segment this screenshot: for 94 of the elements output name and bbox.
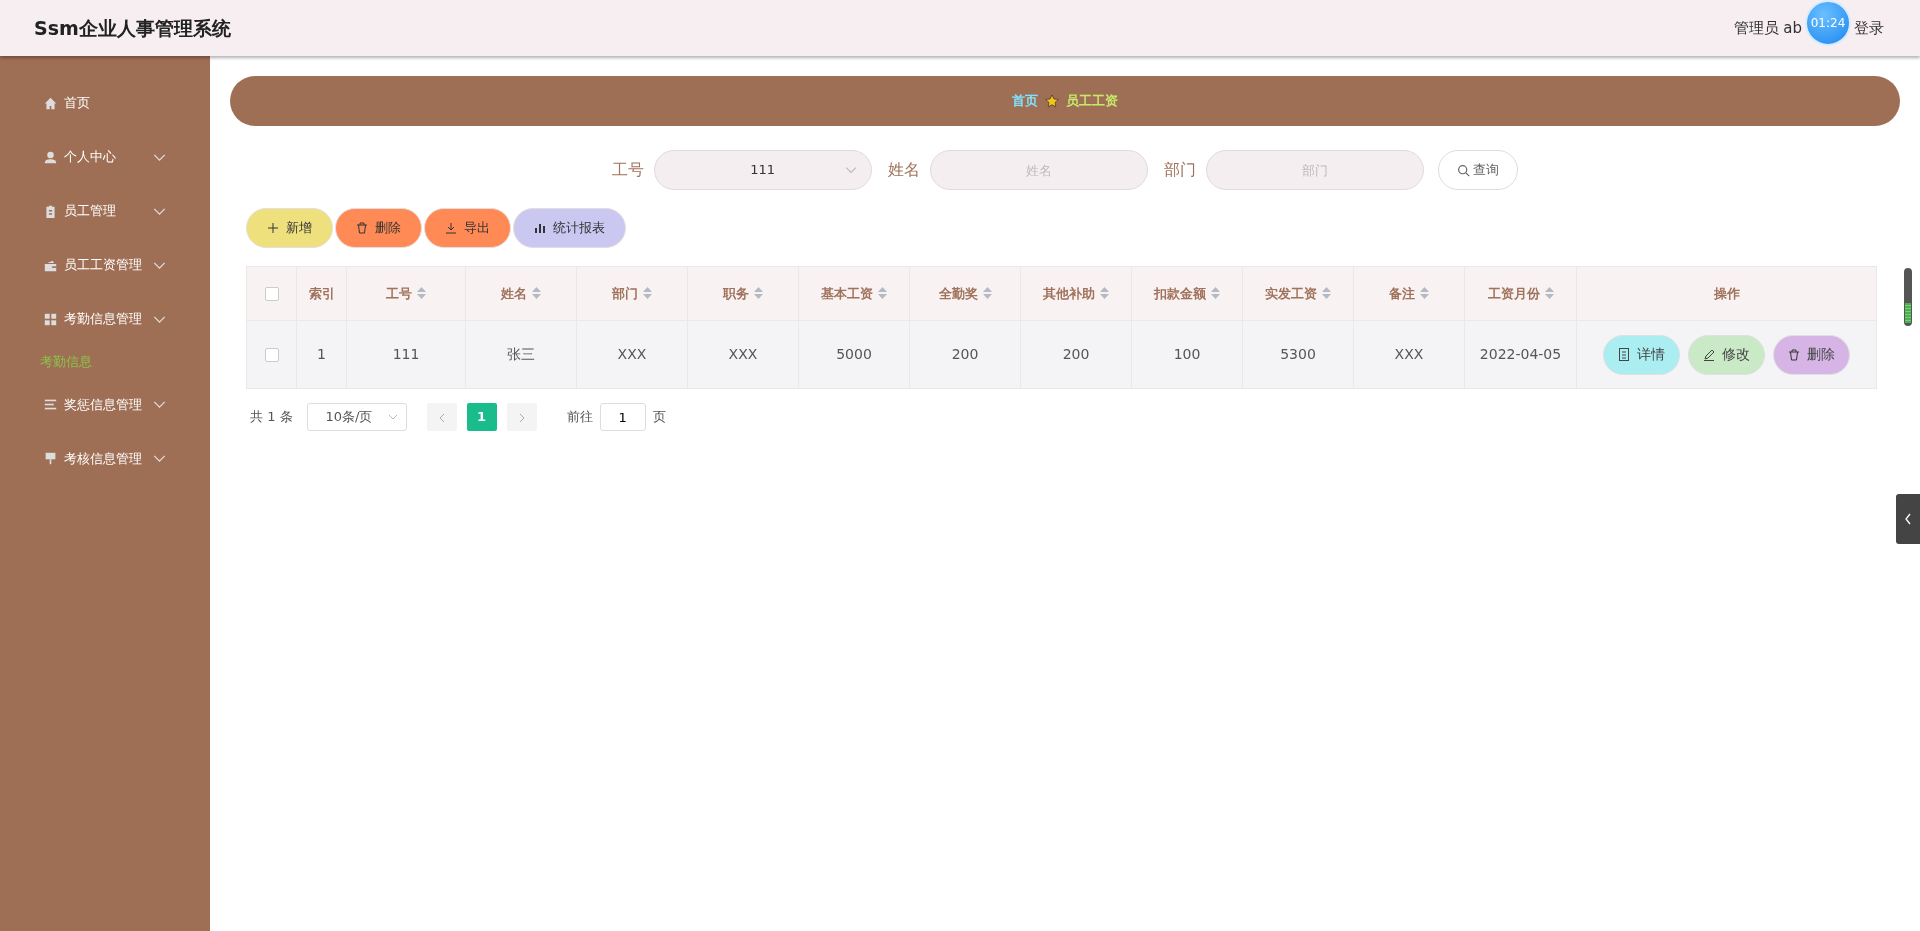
sidebar-item[interactable]: 奖惩信息管理 (0, 377, 210, 432)
column-header: 索引 (308, 285, 335, 301)
action-button[interactable]: 导出 (424, 208, 511, 248)
sort-icon (643, 286, 652, 299)
sort-icon (754, 286, 763, 299)
collapse-tab[interactable] (1896, 494, 1920, 544)
checkbox[interactable] (264, 287, 279, 302)
sort-icon (1100, 286, 1109, 299)
sort-icon (1420, 286, 1429, 299)
breadcrumb-link[interactable]: 首页 (1012, 91, 1038, 111)
goto-label: 前往 (566, 408, 593, 427)
table-cell: 5000 (836, 346, 872, 362)
recording-timer: 01:24 (1805, 0, 1851, 46)
total-count: 共 1 条 (250, 408, 293, 427)
action-button[interactable]: 删除 (335, 208, 422, 248)
column-header[interactable]: 扣款金额 (1154, 285, 1220, 301)
row-action-button[interactable]: 详情 (1603, 334, 1680, 375)
sidebar-item[interactable]: 考核信息管理 (0, 431, 210, 486)
action-button[interactable]: 统计报表 (513, 208, 626, 248)
logout-link[interactable]: 登录 (1854, 16, 1884, 40)
table-cell: 100 (1173, 346, 1201, 362)
row-action-button[interactable]: 删除 (1773, 334, 1850, 375)
table-cell: 200 (951, 346, 979, 362)
table-cell: XXX (1394, 346, 1424, 362)
sort-icon (1322, 286, 1331, 299)
pin-icon (44, 452, 57, 465)
field-label: 部门 (1163, 159, 1196, 181)
app-title: Ssm企业人事管理系统 (34, 15, 231, 41)
document-icon (1618, 348, 1630, 361)
prev-page-button[interactable] (426, 403, 457, 431)
page-suffix: 页 (652, 408, 666, 427)
column-header[interactable]: 部门 (612, 285, 652, 301)
table-cell: 1 (317, 346, 326, 362)
user-icon (44, 150, 57, 164)
column-header[interactable]: 备注 (1389, 285, 1429, 301)
sidebar-item[interactable]: 个人中心 (0, 130, 210, 184)
page-button[interactable]: 1 (466, 403, 497, 431)
user-label: 管理员 ab (1733, 17, 1802, 39)
plus-icon (267, 222, 279, 234)
download-icon (445, 222, 457, 234)
chevron-down-icon (844, 164, 857, 176)
table-cell: 200 (1062, 346, 1090, 362)
chevron-left-icon (437, 412, 446, 423)
select-field[interactable]: 111 (653, 150, 872, 190)
trash-icon (356, 222, 368, 234)
pencil-icon (1703, 348, 1715, 361)
list-icon (44, 398, 57, 411)
table-cell: 2022-04-05 (1479, 346, 1562, 362)
field-label: 工号 (611, 159, 644, 181)
column-header[interactable]: 基本工资 (821, 285, 887, 301)
checkbox[interactable] (264, 348, 279, 362)
sidebar-item[interactable]: 员工工资管理 (0, 238, 210, 292)
sidebar-item[interactable]: 考勤信息管理 (0, 292, 210, 346)
volume-indicator-drawing (1904, 268, 1912, 326)
sort-icon (1544, 286, 1554, 299)
chevron-right-icon (517, 412, 526, 423)
table-cell: XXX (728, 346, 758, 362)
sort-icon (878, 286, 887, 299)
sidebar-item[interactable]: 首页 (0, 76, 210, 130)
table-cell: 张三 (507, 346, 535, 362)
page-size-select[interactable]: 10条/页 (306, 403, 407, 431)
column-header[interactable]: 全勤奖 (938, 285, 992, 301)
column-header[interactable]: 职务 (723, 285, 763, 301)
next-page-button[interactable] (506, 403, 537, 431)
column-header[interactable]: 工号 (386, 285, 426, 301)
trash-icon (1788, 348, 1800, 361)
column-header: 操作 (1713, 285, 1740, 301)
search-button[interactable]: 查询 (1437, 150, 1519, 190)
bar-chart-icon (534, 222, 546, 234)
wallet-icon (44, 258, 57, 272)
sort-icon (1211, 286, 1220, 299)
sort-icon (982, 286, 992, 299)
action-button[interactable]: 新增 (246, 208, 333, 248)
grid-icon (44, 312, 57, 326)
chevron-down-icon (387, 412, 398, 422)
column-header[interactable]: 其他补助 (1043, 285, 1109, 301)
sidebar-item[interactable]: 员工管理 (0, 184, 210, 238)
table-cell: XXX (617, 346, 647, 362)
chevron-left-icon (1904, 513, 1912, 525)
column-header[interactable]: 实发工资 (1265, 285, 1331, 301)
column-header[interactable]: 姓名 (501, 285, 541, 301)
sort-icon (532, 286, 541, 299)
table-cell: 111 (392, 346, 420, 362)
star-icon (1045, 94, 1059, 108)
home-icon (44, 96, 57, 110)
field-label: 姓名 (887, 159, 920, 181)
clipboard-icon (44, 204, 57, 218)
table-cell: 5300 (1280, 346, 1316, 362)
row-action-button[interactable]: 修改 (1688, 334, 1765, 375)
breadcrumb-link[interactable]: 员工工资 (1066, 91, 1118, 111)
page-input[interactable]: 1 (599, 403, 646, 431)
sort-icon (417, 286, 426, 299)
column-header[interactable]: 工资月份 (1487, 285, 1554, 301)
search-icon (1456, 163, 1470, 177)
